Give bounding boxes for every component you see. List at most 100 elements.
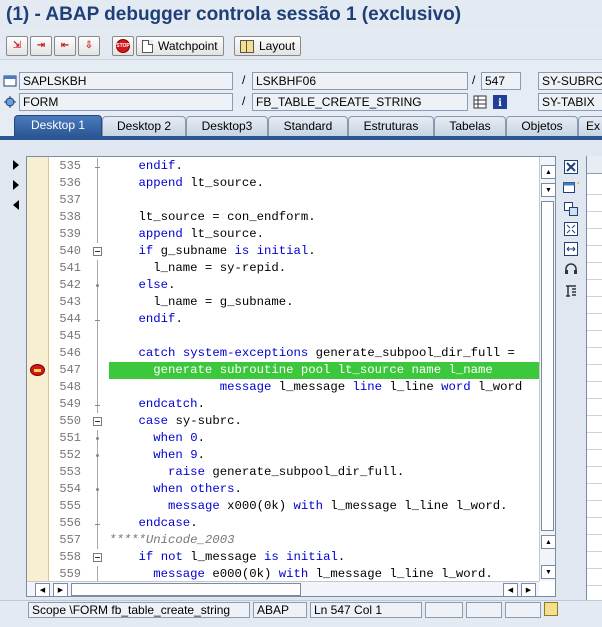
panel-row-line bbox=[587, 449, 602, 450]
scroll-down-button[interactable]: ▼ bbox=[541, 183, 555, 197]
code-line[interactable]: 535 endif. bbox=[27, 158, 539, 175]
code-line[interactable]: 542 else. bbox=[27, 277, 539, 294]
code-line[interactable]: 536 append lt_source. bbox=[27, 175, 539, 192]
code-text: when 0. bbox=[153, 431, 205, 445]
line-number: 541 bbox=[59, 261, 81, 275]
event-type-field[interactable]: FORM bbox=[19, 93, 233, 111]
tab-objetos[interactable]: Objetos bbox=[506, 116, 578, 137]
code-line[interactable]: 546 catch system-exceptions generate_sub… bbox=[27, 345, 539, 362]
code-line[interactable]: 541 l_name = sy-repid. bbox=[27, 260, 539, 277]
code-line[interactable]: 539 append lt_source. bbox=[27, 226, 539, 243]
close-icon[interactable] bbox=[562, 158, 580, 176]
code-editor[interactable]: 535 endif. 536 append lt_source. 537 538 lt… bbox=[26, 156, 556, 597]
line-field[interactable]: 547 bbox=[481, 72, 521, 90]
document-icon bbox=[142, 39, 153, 53]
new-window-icon[interactable]: ✦ bbox=[562, 178, 580, 196]
horizontal-scroll-thumb[interactable] bbox=[71, 583, 301, 596]
tab-estruturas[interactable]: Estruturas bbox=[348, 116, 434, 137]
code-line[interactable]: 554 when others. bbox=[27, 481, 539, 498]
step-over-button[interactable]: ⇥ bbox=[30, 36, 52, 56]
sy-tabix-field[interactable]: SY-TABIX bbox=[538, 93, 602, 111]
collapse-icon[interactable] bbox=[93, 417, 102, 426]
sy-subrc-field[interactable]: SY-SUBRC bbox=[538, 72, 602, 90]
arrow-right-icon[interactable] bbox=[13, 180, 19, 190]
variables-panel[interactable] bbox=[586, 156, 602, 600]
maximize-icon[interactable] bbox=[562, 220, 580, 238]
tab-ex[interactable]: Ex bbox=[578, 116, 602, 137]
line-number: 546 bbox=[59, 346, 81, 360]
step-return-button[interactable]: ⇤ bbox=[54, 36, 76, 56]
panel-row-line bbox=[587, 279, 602, 280]
stop-button[interactable]: STOP bbox=[112, 36, 134, 56]
code-line[interactable]: 548 message l_message line l_line word l… bbox=[27, 379, 539, 396]
code-line[interactable]: 551 when 0. bbox=[27, 430, 539, 447]
separator: / bbox=[472, 73, 476, 87]
code-line[interactable]: 543 l_name = g_subname. bbox=[27, 294, 539, 311]
scroll-up-button[interactable]: ▲ bbox=[541, 165, 555, 179]
scroll-down-button[interactable]: ▼ bbox=[541, 565, 555, 579]
code-line[interactable]: 544 endif. bbox=[27, 311, 539, 328]
scroll-left-button[interactable]: ◀ bbox=[35, 583, 50, 596]
code-text: raise generate_subpool_dir_full. bbox=[168, 465, 405, 479]
fold-guide bbox=[97, 328, 98, 345]
breakpoint-icon[interactable] bbox=[30, 364, 45, 376]
tools-icon[interactable] bbox=[562, 282, 580, 300]
vertical-scrollbar[interactable]: ▲ ▼ ▲ ▼ bbox=[539, 157, 555, 581]
code-line[interactable]: 555 message x000(0k) with l_message l_li… bbox=[27, 498, 539, 515]
line-number: 535 bbox=[59, 159, 81, 173]
tab-desktop-1[interactable]: Desktop 1 bbox=[14, 115, 102, 137]
code-line[interactable]: 550 case sy-subrc. bbox=[27, 413, 539, 430]
tab-standard[interactable]: Standard bbox=[268, 116, 348, 137]
vertical-scroll-thumb[interactable] bbox=[541, 201, 554, 531]
panel-row-line bbox=[587, 313, 602, 314]
panel-row-line bbox=[587, 228, 602, 229]
svg-text:i: i bbox=[498, 98, 502, 109]
tab-desktop-3[interactable]: Desktop3 bbox=[186, 116, 268, 137]
split-icon[interactable] bbox=[562, 240, 580, 258]
info-icon[interactable]: i bbox=[492, 94, 508, 110]
code-line[interactable]: 538 lt_source = con_endform. bbox=[27, 209, 539, 226]
code-line[interactable]: 540 if g_subname is initial. bbox=[27, 243, 539, 260]
collapse-icon[interactable] bbox=[93, 247, 102, 256]
toolbar: ⇲ ⇥ ⇤ ⇩ STOP Watchpoint Layout bbox=[0, 32, 602, 60]
scroll-right-button[interactable]: ▶ bbox=[521, 583, 536, 596]
code-line[interactable]: 553 raise generate_subpool_dir_full. bbox=[27, 464, 539, 481]
code-line[interactable]: 552 when 9. bbox=[27, 447, 539, 464]
line-number: 550 bbox=[59, 414, 81, 428]
panel-row-line bbox=[587, 381, 602, 382]
event-name-field[interactable]: FB_TABLE_CREATE_STRING bbox=[252, 93, 468, 111]
code-line[interactable]: 549 endcatch. bbox=[27, 396, 539, 413]
stop-icon: STOP bbox=[116, 39, 130, 53]
collapse-icon[interactable] bbox=[93, 553, 102, 562]
code-line[interactable]: 556 endcase. bbox=[27, 515, 539, 532]
program-field[interactable]: SAPLSKBH bbox=[19, 72, 233, 90]
horizontal-scrollbar[interactable]: ◀ ▶ ◀ ▶ bbox=[27, 581, 539, 596]
continue-button[interactable]: ⇩ bbox=[78, 36, 100, 56]
code-text: endif. bbox=[138, 312, 183, 326]
code-line[interactable]: 558 if not l_message is initial. bbox=[27, 549, 539, 566]
code-line[interactable]: 547 generate subroutine pool lt_source n… bbox=[27, 362, 539, 379]
cursor-position-field: Ln 547 Col 1 bbox=[310, 602, 422, 618]
step-into-button[interactable]: ⇲ bbox=[6, 36, 28, 56]
watchpoint-button[interactable]: Watchpoint bbox=[136, 36, 224, 56]
layout-button[interactable]: Layout bbox=[234, 36, 302, 56]
code-text: *****Unicode_2003 bbox=[109, 533, 235, 547]
scroll-right-button[interactable]: ▶ bbox=[53, 583, 68, 596]
tab-tabelas[interactable]: Tabelas bbox=[434, 116, 506, 137]
code-line[interactable]: 545 bbox=[27, 328, 539, 345]
scroll-up-button[interactable]: ▲ bbox=[541, 535, 555, 549]
code-text: append lt_source. bbox=[138, 227, 264, 241]
code-text: when others. bbox=[153, 482, 242, 496]
headset-icon[interactable] bbox=[562, 260, 580, 278]
code-line[interactable]: 557 *****Unicode_2003 bbox=[27, 532, 539, 549]
grid-icon[interactable] bbox=[472, 94, 488, 110]
arrow-right-icon[interactable] bbox=[13, 160, 19, 170]
line-number: 554 bbox=[59, 482, 81, 496]
code-line[interactable]: 537 bbox=[27, 192, 539, 209]
tab-desktop-2[interactable]: Desktop 2 bbox=[102, 116, 186, 137]
swap-icon[interactable] bbox=[562, 200, 580, 218]
arrow-left-icon[interactable] bbox=[13, 200, 19, 210]
notes-icon[interactable] bbox=[544, 602, 558, 616]
scroll-left-button[interactable]: ◀ bbox=[503, 583, 518, 596]
include-field[interactable]: LSKBHF06 bbox=[252, 72, 468, 90]
